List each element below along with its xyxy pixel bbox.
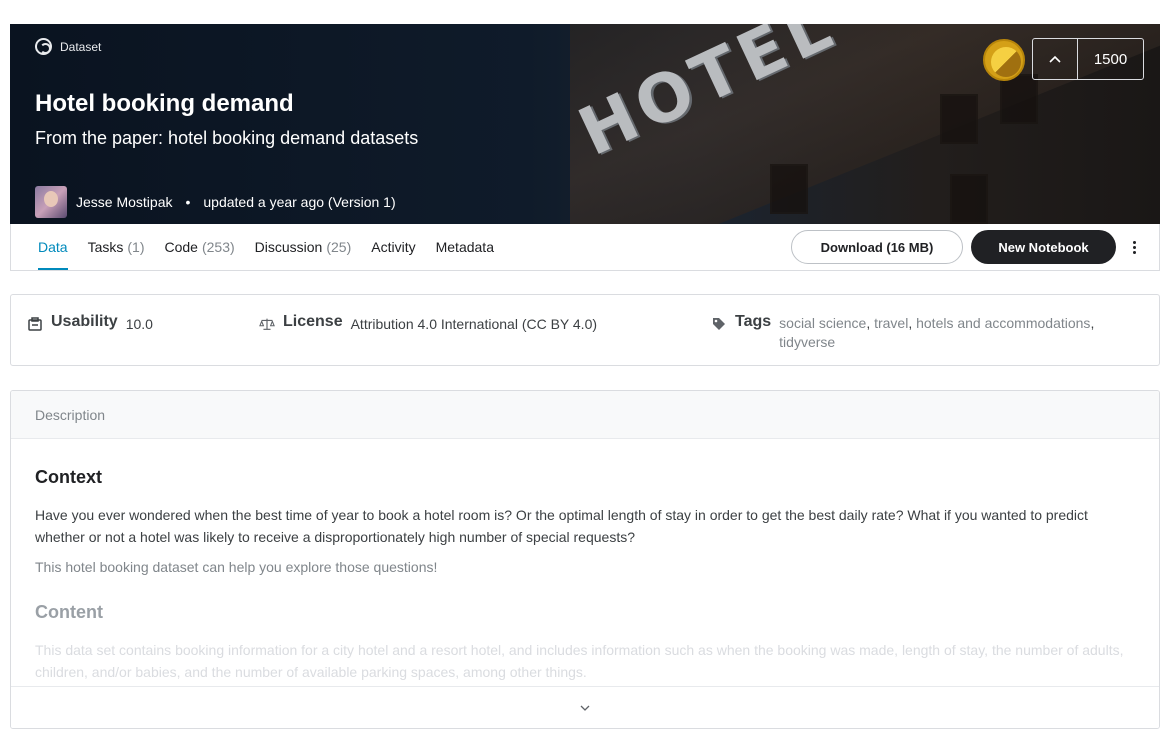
context-paragraph: Have you ever wondered when the best tim…	[35, 507, 1088, 545]
tab-label: Activity	[371, 239, 416, 255]
tag-icon	[713, 318, 725, 330]
tags-label: Tags	[735, 313, 772, 330]
content-paragraph: This data set contains booking informati…	[35, 642, 1124, 680]
usability-value: 10.0	[125, 316, 153, 332]
license-icon	[259, 318, 275, 330]
gold-medal-icon	[983, 39, 1025, 81]
dataset-title: Hotel booking demand	[35, 90, 294, 117]
owner-name[interactable]: Jesse Mostipak	[76, 194, 172, 210]
tab-count: (253)	[201, 239, 235, 255]
tab-list: Data Tasks (1) Code (253) Discussion (25) A…	[28, 224, 504, 270]
tab-count: (25)	[326, 239, 352, 255]
building-window	[770, 164, 808, 214]
usability-icon	[28, 317, 42, 331]
tab-metadata[interactable]: Metadata	[426, 224, 504, 270]
tab-label: Metadata	[435, 239, 494, 255]
dataset-header-banner: HOTEL Dataset Hotel booking demand From …	[10, 24, 1160, 224]
tab-label: Discussion	[254, 239, 323, 255]
separator-dot: •	[185, 194, 191, 210]
tab-label: Code	[164, 239, 198, 255]
vote-count: 1500	[1093, 50, 1128, 68]
description-body: Context Have you ever wondered when the …	[11, 467, 1159, 683]
tags-metric: Tags social science, travel, hotels and …	[711, 313, 1129, 352]
owner-avatar[interactable]	[35, 186, 67, 218]
dataset-tab-bar: Data Tasks (1) Code (253) Discussion (25) A…	[10, 224, 1160, 271]
license-metric: License Attribution 4.0 International (C…	[259, 313, 597, 332]
chevron-up-icon	[1049, 55, 1061, 63]
tag-list: social science, travel, hotels and accom…	[779, 315, 1095, 350]
context-paragraph-2: This hotel booking dataset can help you …	[35, 559, 438, 575]
tab-discussion[interactable]: Discussion (25)	[245, 224, 362, 270]
tab-count: (1)	[127, 239, 145, 255]
tab-label: Tasks	[87, 239, 124, 255]
tab-data[interactable]: Data	[28, 224, 78, 270]
dataset-metrics-card: Usability 10.0 License Attribution 4.0 I…	[10, 294, 1160, 366]
tag-link[interactable]: social science	[779, 315, 866, 331]
dataset-subtitle: From the paper: hotel booking demand dat…	[35, 128, 419, 148]
tag-link[interactable]: travel	[874, 315, 908, 331]
description-header: Description	[11, 391, 1159, 439]
tab-tasks[interactable]: Tasks (1)	[78, 224, 155, 270]
tag-link[interactable]: hotels and accommodations	[916, 315, 1090, 331]
tab-activity[interactable]: Activity	[361, 224, 425, 270]
building-window	[1000, 74, 1038, 124]
context-heading: Context	[35, 467, 102, 487]
content-heading: Content	[35, 602, 103, 622]
expand-description-button[interactable]	[11, 686, 1159, 728]
tab-label: Data	[38, 239, 68, 255]
usability-label: Usability	[51, 313, 118, 330]
more-vert-icon[interactable]	[1129, 236, 1139, 258]
updated-text: updated a year ago (Version 1)	[203, 194, 396, 210]
dataset-type-label: Dataset	[35, 38, 101, 55]
usability-metric: Usability 10.0	[27, 313, 153, 332]
license-label: License	[283, 313, 343, 330]
tag-link[interactable]: tidyverse	[779, 334, 835, 350]
dataset-icon	[35, 38, 52, 55]
building-window	[940, 94, 978, 144]
chevron-down-icon	[580, 705, 590, 711]
building-window	[950, 174, 988, 224]
dataset-type-text: Dataset	[60, 39, 102, 54]
description-card: Description Context Have you ever wonder…	[10, 390, 1160, 729]
owner-info: Jesse Mostipak • updated a year ago (Ver…	[35, 186, 396, 218]
download-button[interactable]: Download (16 MB)	[791, 230, 963, 264]
upvote-widget: 1500	[1032, 38, 1144, 80]
tab-code[interactable]: Code (253)	[155, 224, 245, 270]
upvote-button[interactable]	[1033, 39, 1078, 79]
license-value[interactable]: Attribution 4.0 International (CC BY 4.0…	[351, 316, 597, 332]
new-notebook-button[interactable]: New Notebook	[971, 230, 1116, 264]
